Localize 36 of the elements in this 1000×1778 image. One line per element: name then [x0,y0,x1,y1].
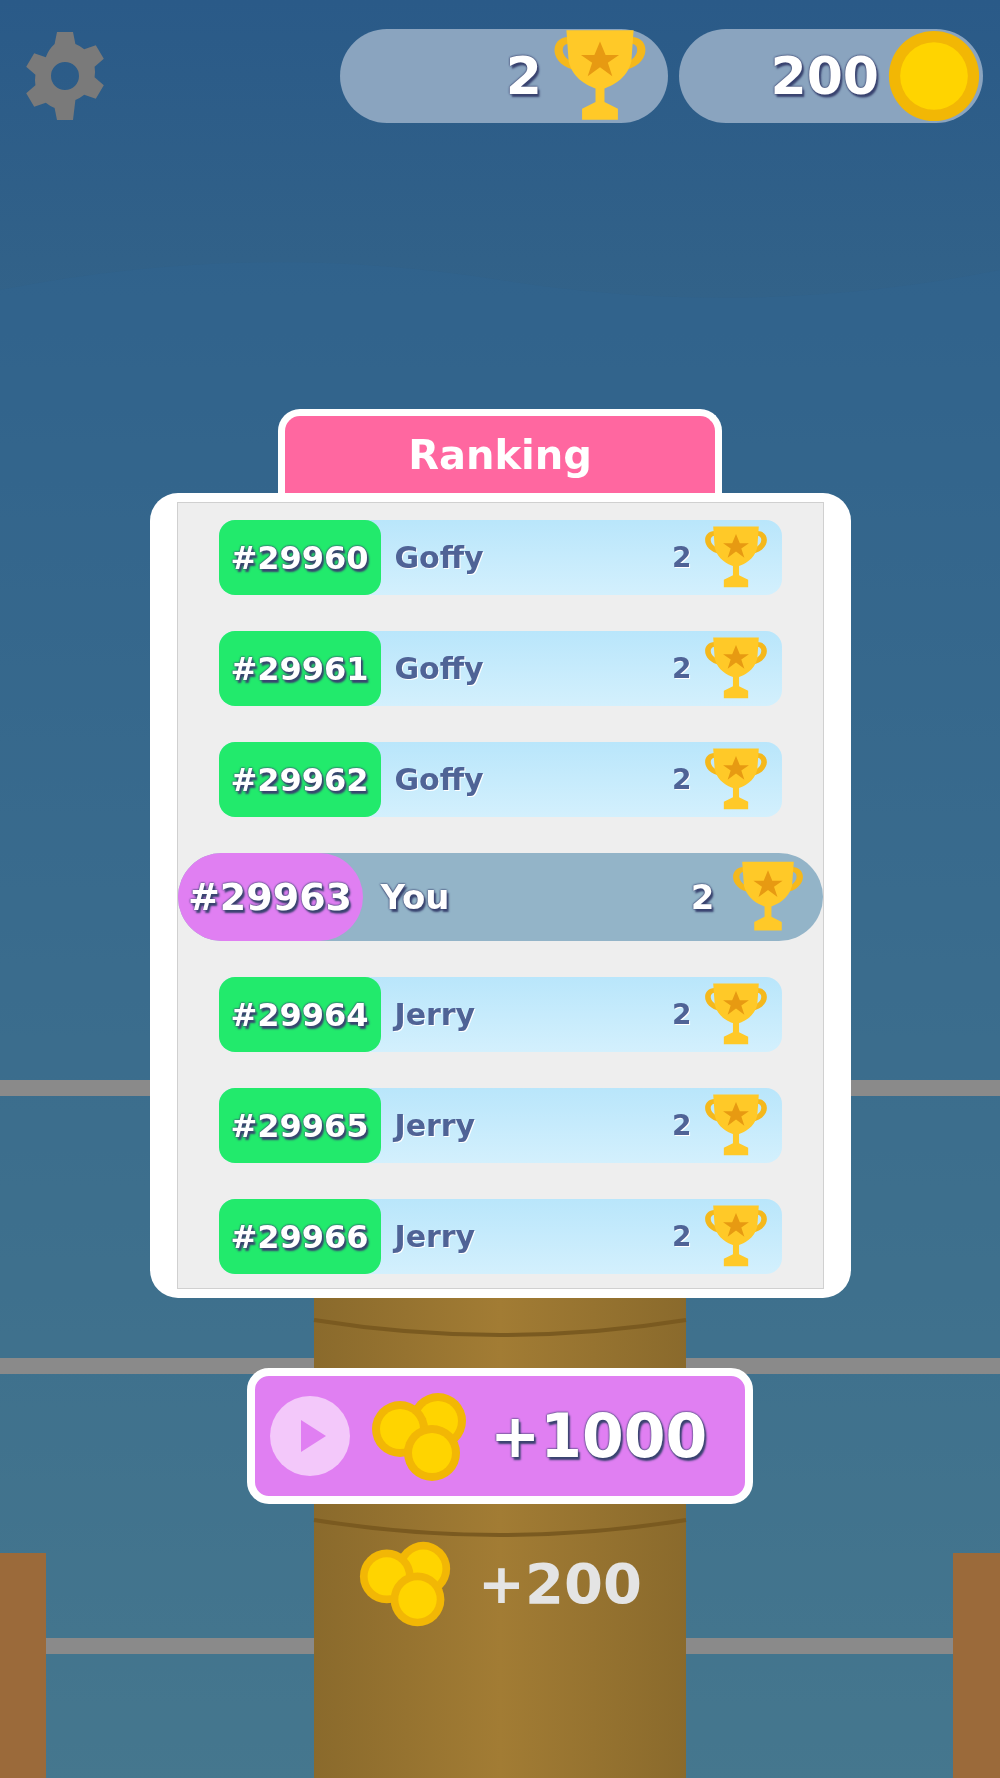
ranking-row[interactable]: #29961 Goffy 2 [218,631,782,706]
player-name: Jerry [394,996,476,1034]
ranking-row[interactable]: #29964 Jerry 2 [218,977,782,1052]
rank-badge: #29962 [218,742,381,817]
ranking-title: Ranking [408,430,592,480]
player-score: 2 [672,539,692,576]
rank-badge: #29961 [218,631,381,706]
ranking-row[interactable]: #29962 Goffy 2 [218,742,782,817]
player-name: Goffy [394,761,484,799]
player-name: Goffy [394,539,484,577]
player-score: 2 [690,875,715,919]
player-score: 2 [672,1218,692,1255]
player-score: 2 [672,761,692,798]
player-name: Jerry [394,1218,476,1256]
player-score: 2 [672,996,692,1033]
rank-badge: #29964 [218,977,381,1052]
watch-ad-reward-button[interactable]: +1000 [247,1368,753,1504]
ranking-row[interactable]: #29963 You 2 [177,853,823,941]
rank-badge: #29966 [218,1199,381,1274]
ranking-row[interactable]: #29960 Goffy 2 [218,520,782,595]
reward-amount: +1000 [490,1400,708,1473]
ranking-row[interactable]: #29966 Jerry 2 [218,1199,782,1274]
player-score: 2 [672,650,692,687]
rank-badge: #29960 [218,520,381,595]
trophy-count: 2 [505,45,542,108]
player-name: Goffy [394,650,484,688]
ranking-row[interactable]: #29965 Jerry 2 [218,1088,782,1163]
coin-icon [887,29,981,123]
rank-badge: #29963 [177,853,363,941]
play-icon [270,1396,350,1476]
player-score: 2 [672,1107,692,1144]
free-reward-amount: +200 [478,1549,642,1618]
player-name: You [380,875,450,919]
coin-count: 200 [770,45,879,108]
player-name: Jerry [394,1107,476,1145]
rank-badge: #29965 [218,1088,381,1163]
